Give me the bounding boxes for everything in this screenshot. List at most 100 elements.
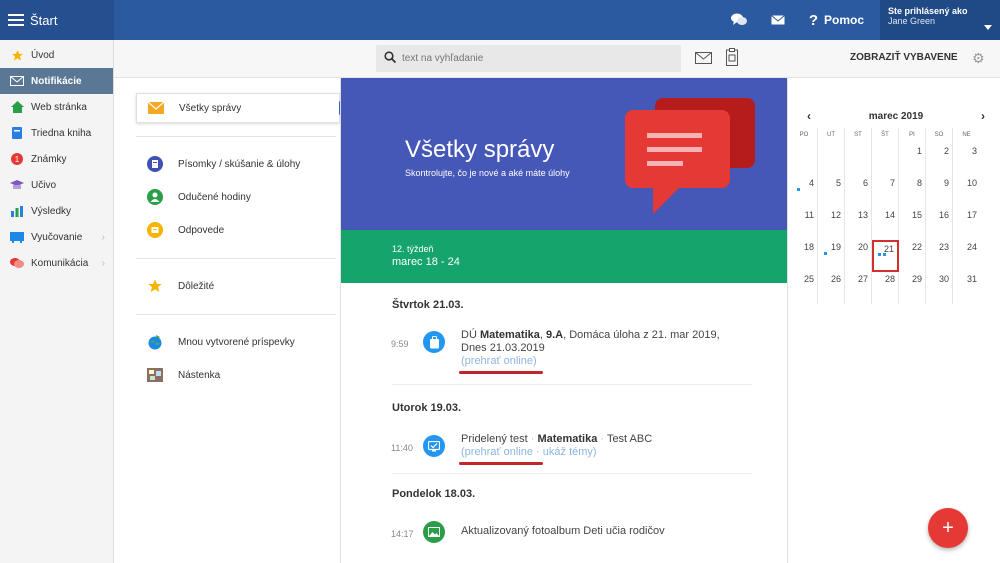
clipboard-icon[interactable] (726, 48, 738, 69)
sidebar-item-ucivo[interactable]: Učivo (0, 172, 113, 198)
calendar-day[interactable] (872, 144, 899, 176)
calendar-day[interactable]: 17 (953, 208, 980, 240)
folder-tests[interactable]: Písomky / skúšanie & úlohy (136, 149, 340, 179)
prev-month-icon[interactable]: ‹ (807, 109, 811, 123)
calendar-day[interactable]: 1 (899, 144, 926, 176)
entry-subject[interactable]: Matematika (537, 433, 597, 445)
mail-icon[interactable] (695, 52, 712, 67)
entry-text: Pridelený test · Matematika · Test ABC (… (461, 433, 751, 459)
calendar-day[interactable]: 12 (818, 208, 845, 240)
calendar-day[interactable]: 6 (845, 176, 872, 208)
mail-icon[interactable] (770, 15, 785, 25)
calendar-day[interactable]: 5 (818, 176, 845, 208)
user-menu[interactable]: Ste prihlásený ako Jane Green (880, 0, 1000, 40)
calendar-day[interactable]: 7 (872, 176, 899, 208)
show-equipped-button[interactable]: ZOBRAZIŤ VYBAVENE (850, 52, 958, 63)
user-name: Jane Green (888, 16, 936, 26)
folder-answers[interactable]: Odpovede (136, 215, 340, 245)
calendar-day[interactable]: 16 (926, 208, 953, 240)
page-title: Všetky správy (405, 136, 555, 163)
folder-label: Odučené hodiny (178, 191, 251, 203)
calendar-day[interactable]: 27 (845, 272, 872, 304)
sidebar-item-triedna-kniha[interactable]: Triedna kniha (0, 120, 113, 146)
calendar-day[interactable]: 22 (899, 240, 926, 272)
calendar-day[interactable] (845, 144, 872, 176)
entry-separator: · (533, 446, 543, 458)
calendar-day[interactable]: 29 (899, 272, 926, 304)
calendar-day[interactable]: 19 (818, 240, 845, 272)
calendar-day[interactable]: 24 (953, 240, 980, 272)
entry-separator: · (597, 433, 607, 445)
weekday-label: NE (962, 132, 971, 138)
calendar-day[interactable] (791, 144, 818, 176)
folder-important[interactable]: Dôležité (136, 271, 340, 301)
start-menu-button[interactable]: Štart (0, 0, 114, 40)
weekday-label: PI (899, 128, 926, 144)
calendar-day[interactable]: 3 (953, 144, 980, 176)
calendar-day[interactable]: 20 (845, 240, 872, 272)
folder-lessons[interactable]: Odučené hodiny (136, 182, 340, 212)
calendar-day[interactable]: 28 (872, 272, 899, 304)
play-online-link[interactable]: (prehrať online) (461, 355, 537, 367)
calendar-header: ‹ marec 2019 › (789, 108, 1000, 124)
calendar-day[interactable]: 31 (953, 272, 980, 304)
sidebar-item-label: Notifikácie (31, 75, 82, 87)
calendar-day[interactable]: 13 (845, 208, 872, 240)
sidebar-item-vyucovanie[interactable]: Vyučovanie › (0, 224, 113, 250)
sidebar-item-notifikacie[interactable]: Notifikácie (0, 68, 113, 94)
svg-text:1: 1 (15, 155, 20, 164)
chat-bubbles-icon[interactable] (730, 13, 747, 27)
sidebar-item-znamky[interactable]: 1 Známky (0, 146, 113, 172)
speech-bubbles-icon (625, 98, 755, 214)
calendar-day[interactable]: 11 (791, 208, 818, 240)
calendar-day[interactable]: 18 (791, 240, 818, 272)
sidebar-item-vysledky[interactable]: Výsledky (0, 198, 113, 224)
divider (136, 136, 336, 137)
help-button[interactable]: ? Pomoc (809, 12, 864, 29)
calendar-week: 18 19 20 21 22 23 24 (791, 240, 995, 272)
play-online-link[interactable]: (prehrať online (461, 446, 533, 458)
sidebar-item-label: Učivo (31, 179, 57, 191)
calendar-day[interactable]: 30 (926, 272, 953, 304)
entry-rest: , Domáca úloha z 21. mar 2019, (563, 329, 720, 341)
entry-class[interactable]: 9.A (546, 329, 563, 341)
search-icon (384, 51, 397, 66)
folder-board[interactable]: Nástenka (136, 360, 340, 390)
sidebar-item-komunikacia[interactable]: Komunikácia › (0, 250, 113, 276)
next-month-icon[interactable]: › (981, 109, 985, 123)
sidebar-item-uvod[interactable]: Úvod (0, 42, 113, 68)
calendar-day[interactable]: 23 (926, 240, 953, 272)
weekday-label: UT (818, 128, 845, 144)
calendar-day[interactable]: 2 (926, 144, 953, 176)
folder-list: Všetky správy Písomky / skúšanie & úlohy… (114, 78, 346, 563)
calendar-day[interactable]: 4 (791, 176, 818, 208)
divider (136, 314, 336, 315)
show-topics-link[interactable]: ukáž témy) (543, 446, 597, 458)
gear-icon[interactable]: ⚙ (972, 50, 985, 67)
calendar-day[interactable]: 9 (926, 176, 953, 208)
calendar-day[interactable]: 14 (872, 208, 899, 240)
globe-icon (146, 333, 164, 351)
chevron-right-icon: › (101, 231, 105, 243)
calendar-day[interactable]: 8 (899, 176, 926, 208)
calendar-day[interactable]: 15 (899, 208, 926, 240)
entry-text: DÚ Matematika, 9.A, Domáca úloha z 21. m… (461, 329, 751, 368)
calendar-day-today[interactable]: 21 (872, 240, 899, 272)
calendar-week: 4 5 6 7 8 9 10 (791, 176, 995, 208)
search-box[interactable] (376, 45, 681, 72)
calendar-day[interactable] (818, 144, 845, 176)
calendar-day[interactable]: 26 (818, 272, 845, 304)
entry-subject[interactable]: Matematika (480, 329, 540, 341)
search-input[interactable] (402, 53, 662, 64)
folder-my-posts[interactable]: Mnou vytvorené príspevky (136, 327, 340, 357)
calendar-day[interactable]: 25 (791, 272, 818, 304)
calendar-grid: PO UT ST ŠT PI SO NE 1 2 3 4 5 6 7 8 9 1… (791, 128, 995, 304)
add-new-button[interactable]: + (928, 508, 968, 548)
sidebar-item-label: Výsledky (31, 205, 72, 217)
calendar-day[interactable]: 10 (953, 176, 980, 208)
sub-toolbar: ZOBRAZIŤ VYBAVENE ⚙ (114, 40, 1000, 78)
folder-all-messages[interactable]: Všetky správy (136, 93, 346, 123)
day-header: Štvrtok 21.03. (392, 299, 464, 311)
sidebar-item-web-stranka[interactable]: Web stránka (0, 94, 113, 120)
help-icon: ? (808, 11, 818, 29)
